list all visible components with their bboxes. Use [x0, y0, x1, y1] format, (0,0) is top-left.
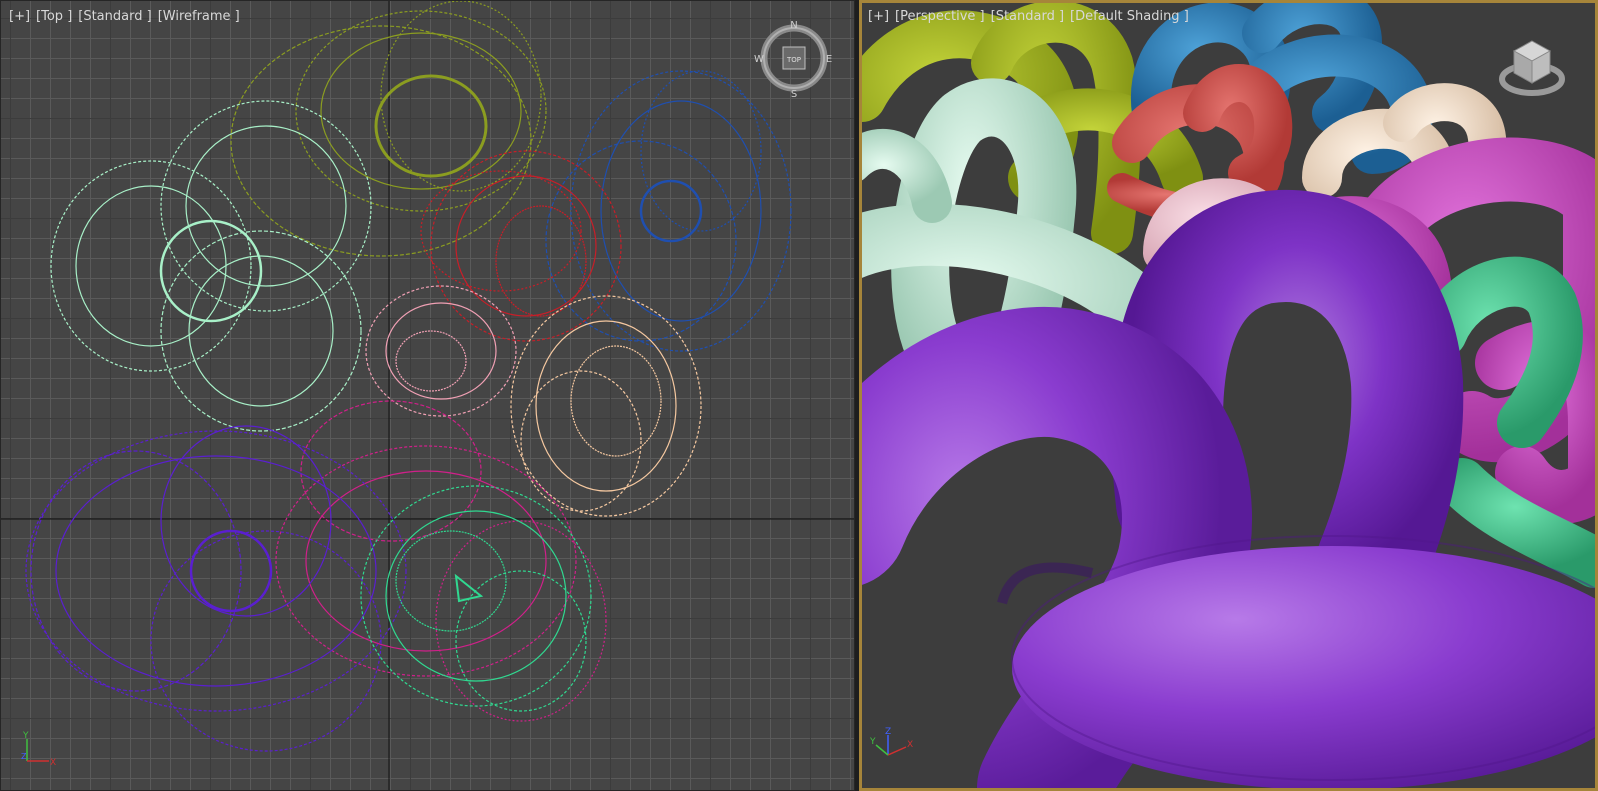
wireframe-scene	[1, 1, 854, 790]
perspective-viewport[interactable]: [+] [Perspective ] [Standard ] [Default …	[859, 0, 1598, 791]
top-viewcube-compass[interactable]: TOP N E S W	[753, 17, 835, 99]
compass-s-label: S	[791, 89, 797, 99]
axis-z-label: Z	[885, 727, 891, 737]
axis-y-label: Y	[22, 731, 29, 741]
axis-x-label: X	[907, 740, 913, 750]
blue-knot-wireframe[interactable]	[545, 70, 792, 352]
viewport-general-menu[interactable]: [+]	[9, 9, 30, 24]
top-viewport-label: [+] [Top ] [Standard ] [Wireframe ]	[9, 9, 240, 24]
viewport-layout: [+] [Top ] [Standard ] [Wireframe ] TOP …	[0, 0, 1598, 791]
compass-n-label: N	[790, 20, 797, 31]
shaded-scene	[862, 3, 1595, 788]
viewport-general-menu[interactable]: [+]	[868, 9, 889, 24]
compass-w-label: W	[754, 54, 764, 65]
magenta-knot-wireframe[interactable]	[275, 400, 607, 722]
perspective-axis-tripod: Z X Y	[870, 727, 913, 756]
point-of-view-menu[interactable]: [Perspective ]	[895, 9, 985, 24]
top-axis-tripod: Y Z X	[21, 731, 56, 768]
mint-knot-wireframe[interactable]	[50, 100, 372, 432]
compass-e-label: E	[826, 54, 832, 65]
shading-menu[interactable]: [Wireframe ]	[158, 9, 240, 24]
shading-menu[interactable]: [Default Shading ]	[1070, 9, 1189, 24]
viewcube-top-label: TOP	[786, 56, 801, 64]
axis-z-label: Z	[21, 752, 27, 761]
purple-knot-wireframe[interactable]	[25, 425, 407, 752]
red-knot-wireframe[interactable]	[420, 150, 622, 342]
perspective-viewport-label: [+] [Perspective ] [Standard ] [Default …	[868, 9, 1189, 24]
point-of-view-menu[interactable]: [Top ]	[36, 9, 72, 24]
perspective-viewcube[interactable]	[1492, 27, 1572, 107]
standard-menu[interactable]: [Standard ]	[991, 9, 1064, 24]
standard-menu[interactable]: [Standard ]	[78, 9, 151, 24]
top-viewport[interactable]: [+] [Top ] [Standard ] [Wireframe ] TOP …	[0, 0, 855, 791]
green-knot-wireframe[interactable]	[360, 485, 592, 712]
axis-y-label: Y	[870, 737, 876, 747]
peach-knot-wireframe[interactable]	[510, 295, 702, 517]
axis-x-label: X	[50, 758, 56, 768]
